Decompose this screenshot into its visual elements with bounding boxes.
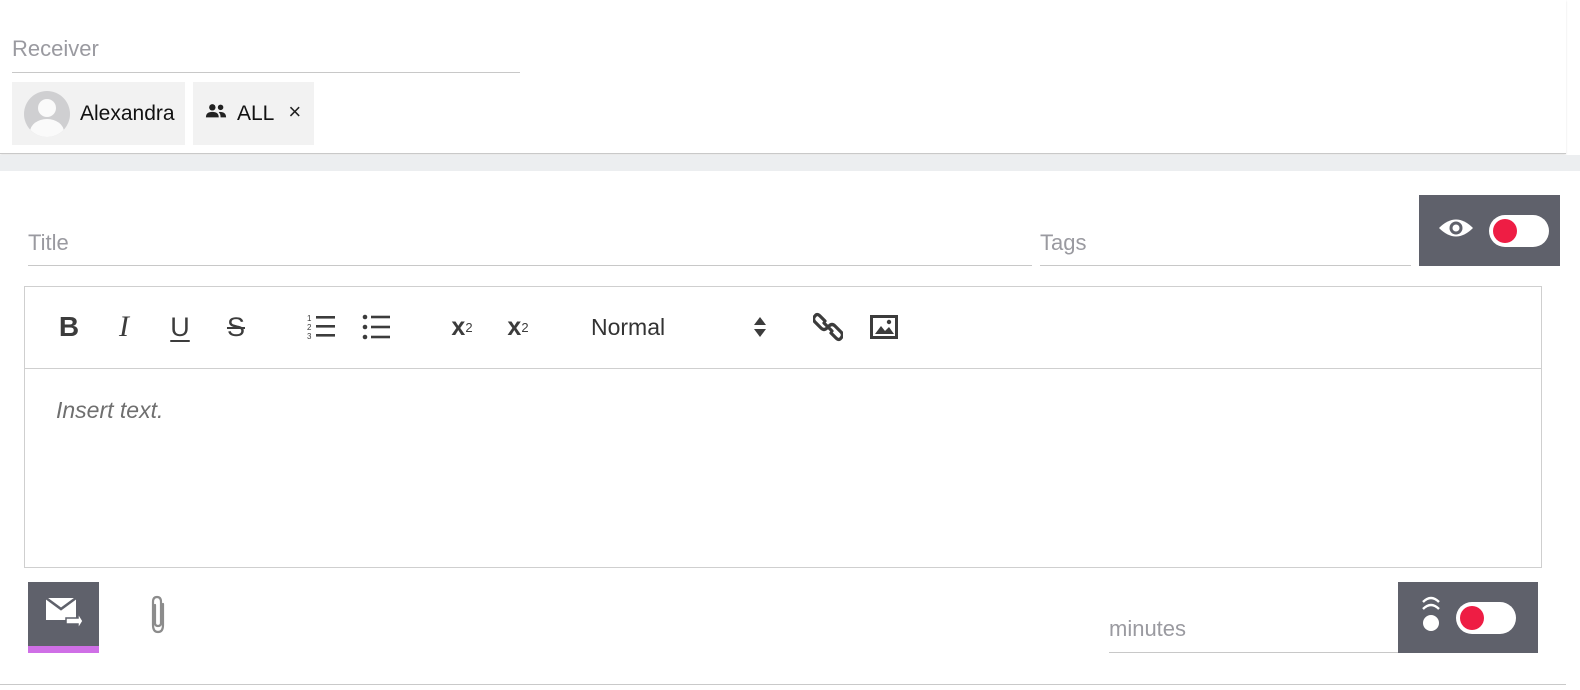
svg-text:2: 2 (307, 323, 312, 332)
bullet-list-icon (362, 314, 392, 340)
strikethrough-button[interactable]: S (218, 309, 254, 345)
superscript-index: 2 (521, 319, 529, 335)
title-input[interactable] (28, 220, 1032, 266)
svg-text:1: 1 (307, 314, 312, 323)
subscript-button[interactable]: x2 (444, 309, 480, 345)
image-button[interactable] (866, 309, 902, 345)
receiver-chip-label: Alexandra (80, 101, 175, 125)
visibility-toggle[interactable] (1489, 214, 1549, 247)
tags-input[interactable] (1040, 220, 1411, 266)
send-button[interactable] (28, 582, 99, 653)
superscript-base: x (507, 312, 522, 341)
svg-text:3: 3 (307, 332, 312, 341)
priority-icon (1420, 596, 1442, 639)
priority-toggle[interactable] (1456, 601, 1516, 634)
receiver-chip-group[interactable]: ALL × (193, 82, 314, 145)
rich-text-editor: B I U S 1 2 3 x 2 x 2 Normal Insert text… (24, 286, 1542, 568)
compose-card: B I U S 1 2 3 (0, 172, 1566, 685)
editor-toolbar: B I U S 1 2 3 x 2 x 2 Normal (25, 287, 1541, 369)
editor-content[interactable]: Insert text. (25, 369, 1541, 452)
link-button[interactable] (810, 309, 846, 345)
underline-button[interactable]: U (162, 309, 198, 345)
toggle-knob (1460, 605, 1484, 630)
superscript-button[interactable]: x2 (500, 309, 536, 345)
avatar (24, 90, 70, 137)
link-icon (813, 312, 843, 342)
subscript-base: x (451, 312, 466, 341)
minutes-input[interactable] (1109, 606, 1398, 653)
receiver-card: Alexandra ALL × (0, 0, 1566, 154)
receiver-chip-label: ALL (237, 101, 275, 125)
italic-button[interactable]: I (106, 309, 142, 345)
send-mail-icon (44, 594, 84, 635)
section-divider (0, 155, 1580, 171)
header-select-value: Normal (591, 313, 666, 340)
subscript-index: 2 (465, 319, 473, 335)
header-format-select[interactable]: Normal (591, 307, 767, 347)
close-icon[interactable]: × (288, 100, 301, 123)
group-icon (205, 103, 227, 124)
image-icon (870, 315, 898, 339)
bullet-list-button[interactable] (359, 309, 395, 345)
visibility-panel (1419, 195, 1560, 266)
receiver-input[interactable] (12, 26, 520, 73)
ordered-list-icon: 1 2 3 (307, 313, 337, 341)
priority-panel (1398, 582, 1538, 653)
editor-placeholder: Insert text. (56, 397, 164, 423)
paperclip-icon (146, 594, 170, 641)
bold-button[interactable]: B (51, 309, 87, 345)
attach-button[interactable] (138, 592, 178, 642)
ordered-list-button[interactable]: 1 2 3 (304, 309, 340, 345)
toggle-knob (1493, 218, 1517, 243)
eye-icon (1437, 215, 1475, 246)
select-arrows-icon (753, 316, 767, 338)
receiver-chip-user[interactable]: Alexandra (12, 82, 185, 145)
